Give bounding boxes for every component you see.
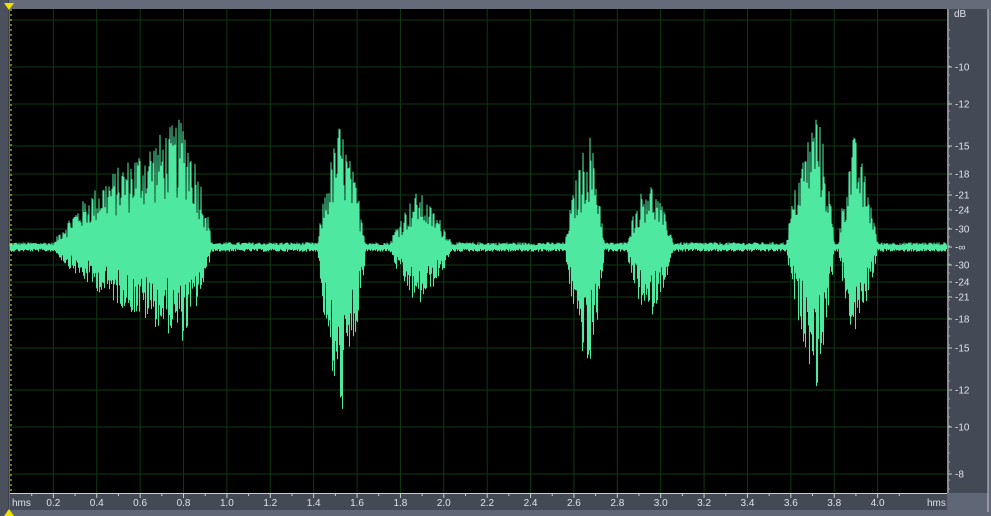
waveform-editor: 0.2 0.4 0.6 0.8 1.0 1.2 1.4 1.6 1.8 2.0 2.2 2.4 2.6 2…: [0, 0, 991, 516]
x-tick-label: 2.4: [524, 498, 538, 509]
x-tick-label: 3.4: [741, 498, 755, 509]
y-tick-label: -21: [955, 191, 970, 202]
x-tick-label: 2.8: [610, 498, 624, 509]
x-unit-label-right: hms: [927, 498, 946, 509]
x-tick-label: 3.2: [697, 498, 711, 509]
x-unit-label-left: hms: [12, 498, 31, 509]
x-tick-label: 2.2: [480, 498, 494, 509]
y-tick-label: -30: [955, 225, 970, 236]
y-tick-label: -18: [955, 315, 970, 326]
y-tick-label: -18: [955, 170, 970, 181]
y-tick-label: -8: [955, 470, 964, 481]
y-tick-label: -10: [955, 63, 970, 74]
x-tick-label: 1.4: [307, 498, 321, 509]
waveform-chart[interactable]: 0.2 0.4 0.6 0.8 1.0 1.2 1.4 1.6 1.8 2.0 2.2 2.4 2.6 2…: [0, 0, 991, 516]
x-tick-label: 0.8: [177, 498, 191, 509]
x-tick-label: 4.0: [871, 498, 885, 509]
y-tick-label: -15: [955, 142, 970, 153]
x-tick-label: 2.6: [567, 498, 581, 509]
x-tick-label: 3.6: [784, 498, 798, 509]
y-tick-label: -21: [955, 293, 970, 304]
db-ruler: [947, 9, 988, 493]
x-tick-label: 1.8: [393, 498, 407, 509]
x-tick-label: 0.4: [90, 498, 104, 509]
y-tick-label: -∞: [955, 243, 965, 254]
x-tick-label: 0.6: [133, 498, 147, 509]
y-tick-label: -24: [955, 278, 970, 289]
x-tick-label: 1.2: [263, 498, 277, 509]
x-tick-label: 0.2: [46, 498, 60, 509]
x-tick-label: 3.0: [654, 498, 668, 509]
time-ruler: [10, 493, 947, 510]
y-tick-label: -24: [955, 206, 970, 217]
y-unit-label: dB: [954, 9, 967, 20]
playhead-marker-bottom[interactable]: [4, 509, 14, 516]
x-tick-label: 1.6: [350, 498, 364, 509]
y-tick-label: -10: [955, 423, 970, 434]
y-tick-label: -15: [955, 344, 970, 355]
y-tick-label: -12: [955, 100, 970, 111]
x-tick-label: 2.0: [437, 498, 451, 509]
x-tick-label: 3.8: [827, 498, 841, 509]
y-tick-label: -30: [955, 261, 970, 272]
x-tick-label: 1.0: [220, 498, 234, 509]
playhead-marker-top[interactable]: [4, 3, 14, 10]
y-tick-label: -12: [955, 386, 970, 397]
